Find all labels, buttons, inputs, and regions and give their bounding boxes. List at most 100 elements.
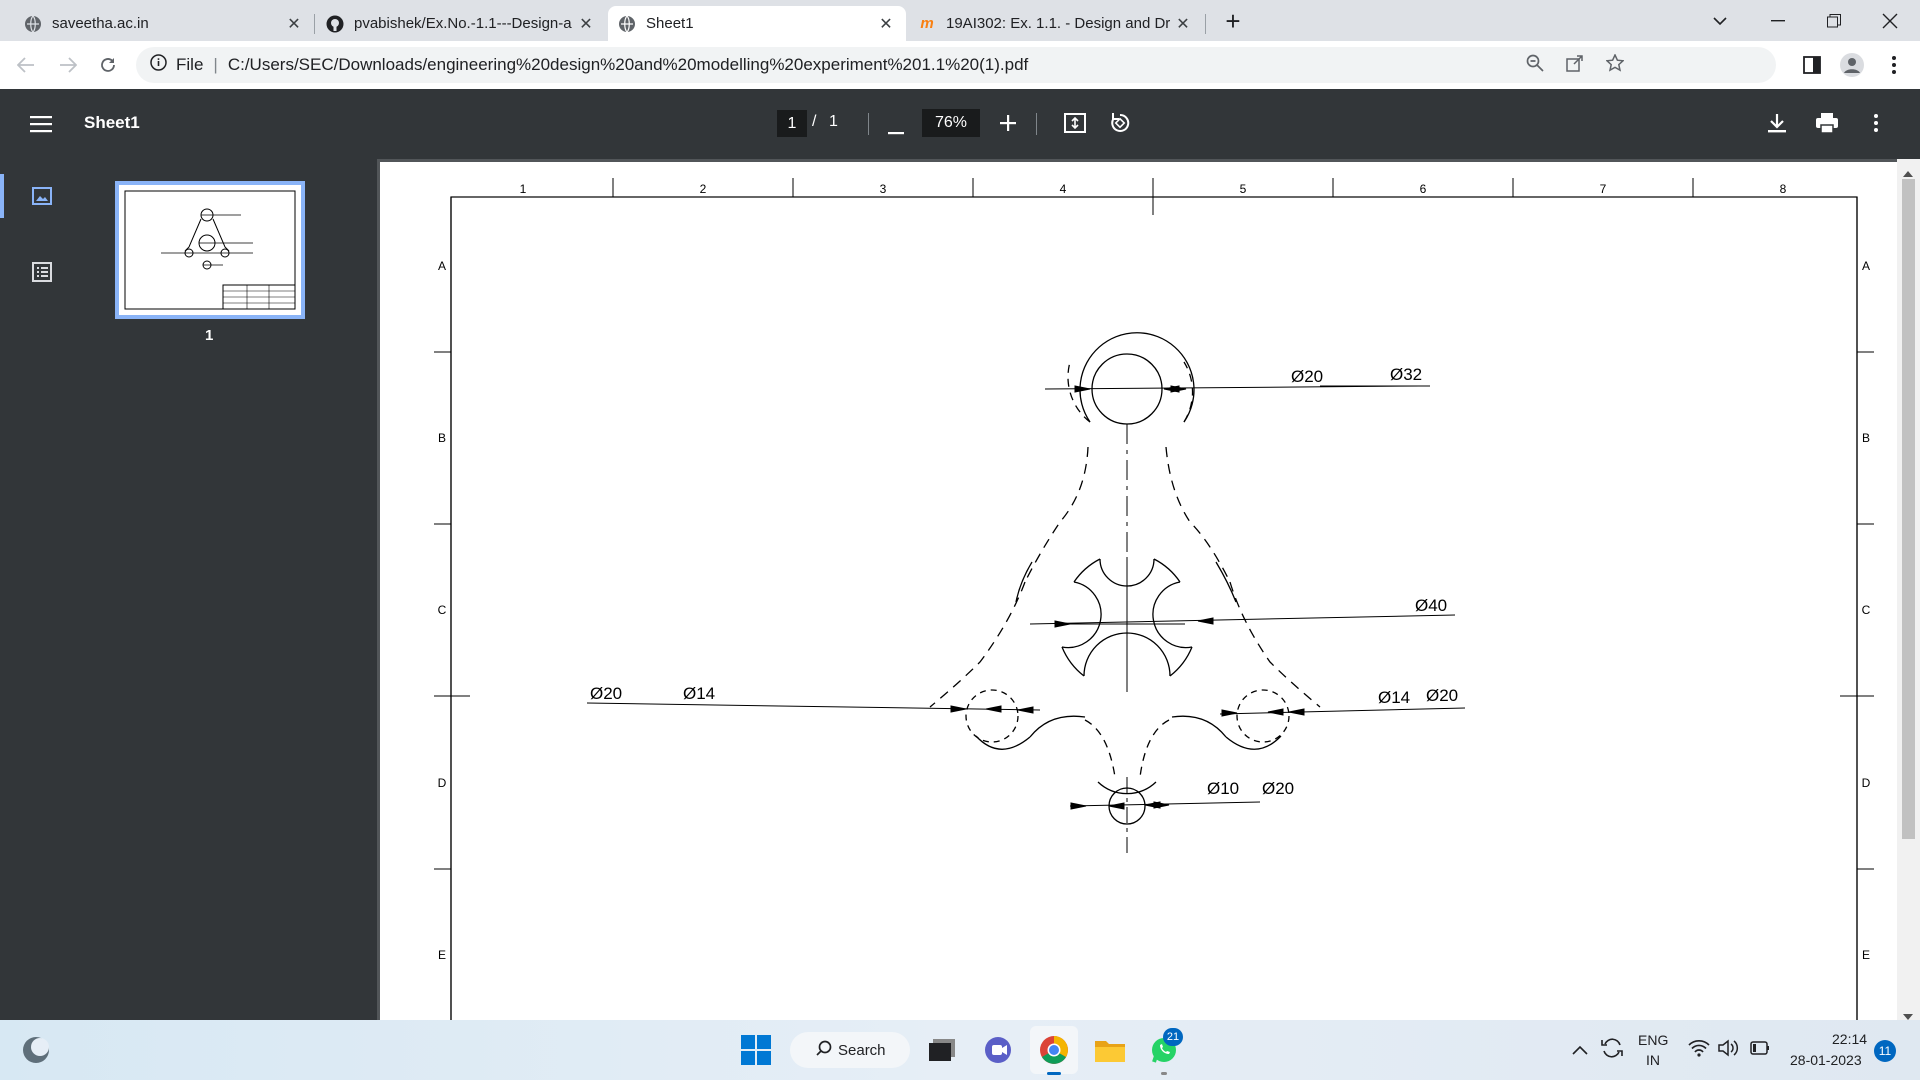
row-label: D xyxy=(438,776,447,790)
tab-divider xyxy=(314,14,315,34)
row-label: A xyxy=(1862,259,1870,273)
sync-icon[interactable] xyxy=(1600,1036,1624,1065)
github-icon xyxy=(326,15,344,33)
tab-title: pvabishek/Ex.No.-1.1---Design-a xyxy=(354,15,572,32)
volume-icon[interactable] xyxy=(1718,1039,1740,1062)
taskbar: Search 21 ENG IN 22:14 28-01-2023 11 xyxy=(0,1020,1920,1080)
col-label: 1 xyxy=(520,182,527,196)
download-icon[interactable] xyxy=(1768,113,1786,138)
clock-date[interactable]: 28-01-2023 xyxy=(1790,1052,1862,1068)
forward-button[interactable] xyxy=(54,51,82,79)
lang-bottom[interactable]: IN xyxy=(1646,1052,1660,1068)
pdf-sidebar: 1 xyxy=(0,159,377,1020)
chrome-menu-icon[interactable] xyxy=(1880,51,1908,79)
row-label: C xyxy=(1862,603,1871,617)
reload-button[interactable] xyxy=(94,51,122,79)
scheme-label: File xyxy=(176,55,204,74)
row-label: D xyxy=(1862,776,1871,790)
row-label: B xyxy=(1862,431,1870,445)
dim-bottom-outer: Ø20 xyxy=(1262,779,1294,798)
profile-avatar[interactable] xyxy=(1838,51,1866,79)
print-icon[interactable] xyxy=(1816,113,1838,138)
lang-top[interactable]: ENG xyxy=(1638,1032,1668,1048)
more-actions-icon[interactable] xyxy=(1874,114,1878,137)
left-fillet xyxy=(1029,715,1086,738)
col-label: 4 xyxy=(1060,182,1067,196)
back-button[interactable] xyxy=(12,51,40,79)
new-tab-button[interactable]: + xyxy=(1218,6,1248,36)
page-thumbnail[interactable] xyxy=(115,181,305,319)
tab-search-chevron-icon[interactable] xyxy=(1692,0,1748,41)
url-text[interactable]: C:/Users/SEC/Downloads/engineering%20des… xyxy=(228,55,1028,75)
widgets-icon[interactable] xyxy=(16,1030,56,1070)
chevron-up-icon[interactable] xyxy=(1572,1042,1588,1060)
col-label: 3 xyxy=(880,182,887,196)
left-web-solid xyxy=(1015,561,1033,603)
start-windows-icon[interactable] xyxy=(736,1030,776,1070)
thumbnails-view-icon[interactable] xyxy=(32,187,52,210)
close-tab-icon[interactable]: ✕ xyxy=(576,14,596,34)
search-label: Search xyxy=(838,1041,886,1059)
hamburger-menu-icon[interactable] xyxy=(30,115,52,138)
tab-sheet1[interactable]: Sheet1 ✕ xyxy=(608,6,906,41)
dim-left-inner: Ø14 xyxy=(683,684,715,703)
tab-strip: saveetha.ac.in ✕ pvabishek/Ex.No.-1.1---… xyxy=(0,0,1920,41)
zoom-level-input[interactable]: 76% xyxy=(922,109,980,137)
battery-icon[interactable] xyxy=(1750,1041,1770,1060)
tab-github[interactable]: pvabishek/Ex.No.-1.1---Design-a ✕ xyxy=(316,6,606,41)
notification-badge[interactable]: 11 xyxy=(1874,1040,1896,1062)
zoom-in-icon[interactable] xyxy=(1000,115,1016,136)
minimize-button[interactable] xyxy=(1750,0,1806,41)
fit-page-icon[interactable] xyxy=(1064,113,1086,138)
dim-bottom-inner: Ø10 xyxy=(1207,779,1239,798)
scrollbar-thumb[interactable] xyxy=(1902,179,1915,839)
restore-button[interactable] xyxy=(1806,0,1862,41)
zoom-icon[interactable] xyxy=(1526,54,1544,77)
toolbar-divider xyxy=(1036,113,1037,135)
top-outer-arc xyxy=(1079,332,1195,423)
close-tab-icon[interactable]: ✕ xyxy=(876,14,896,34)
toolbar-divider xyxy=(868,113,869,135)
info-icon[interactable] xyxy=(150,54,170,76)
close-window-button[interactable] xyxy=(1862,0,1918,41)
row-label: E xyxy=(438,948,446,962)
file-explorer-icon[interactable] xyxy=(1090,1030,1130,1070)
tab-moodle[interactable]: m 19AI302: Ex. 1.1. - Design and Dr ✕ xyxy=(908,6,1203,41)
row-ticks xyxy=(434,351,1874,870)
rotate-icon[interactable] xyxy=(1108,111,1132,140)
left-outer-circle xyxy=(965,689,1019,743)
right-lower-arc xyxy=(1225,735,1282,750)
row-label: C xyxy=(438,603,447,617)
teams-chat-icon[interactable] xyxy=(978,1030,1018,1070)
address-bar[interactable]: File | C:/Users/SEC/Downloads/engineerin… xyxy=(136,47,1776,83)
total-pages: 1 xyxy=(829,113,838,130)
taskbar-search[interactable]: Search xyxy=(790,1032,910,1068)
wifi-icon[interactable] xyxy=(1688,1039,1710,1062)
task-view-icon[interactable] xyxy=(922,1030,962,1070)
chrome-icon[interactable] xyxy=(1034,1030,1074,1070)
clock-time[interactable]: 22:14 xyxy=(1832,1031,1867,1047)
scheme-divider: | xyxy=(213,55,218,74)
tab-title: Sheet1 xyxy=(646,15,694,32)
moodle-icon: m xyxy=(920,15,934,32)
globe-icon xyxy=(618,15,636,33)
vertical-scrollbar[interactable] xyxy=(1897,159,1920,1020)
zoom-out-icon[interactable] xyxy=(888,122,904,140)
close-tab-icon[interactable]: ✕ xyxy=(284,14,304,34)
active-indicator xyxy=(0,174,4,218)
col-label: 7 xyxy=(1600,182,1607,196)
tab-saveetha[interactable]: saveetha.ac.in ✕ xyxy=(14,6,314,41)
left-web-dashed xyxy=(1024,446,1089,583)
page-number-input[interactable]: 1 xyxy=(777,110,807,137)
share-icon[interactable] xyxy=(1566,54,1584,77)
technical-drawing: 1 2 3 4 5 6 7 8 A A B B C C D D E E Ø20 … xyxy=(434,178,1874,1038)
tab-title: 19AI302: Ex. 1.1. - Design and Dr xyxy=(946,15,1171,32)
page-separator: / xyxy=(812,113,817,130)
bookmark-star-icon[interactable] xyxy=(1605,52,1625,77)
close-tab-icon[interactable]: ✕ xyxy=(1173,14,1193,34)
right-fillet xyxy=(1171,715,1227,738)
side-panel-icon[interactable] xyxy=(1798,51,1826,79)
row-label: A xyxy=(438,259,446,273)
outline-view-icon[interactable] xyxy=(32,262,52,287)
pdf-doc-title: Sheet1 xyxy=(84,113,140,132)
